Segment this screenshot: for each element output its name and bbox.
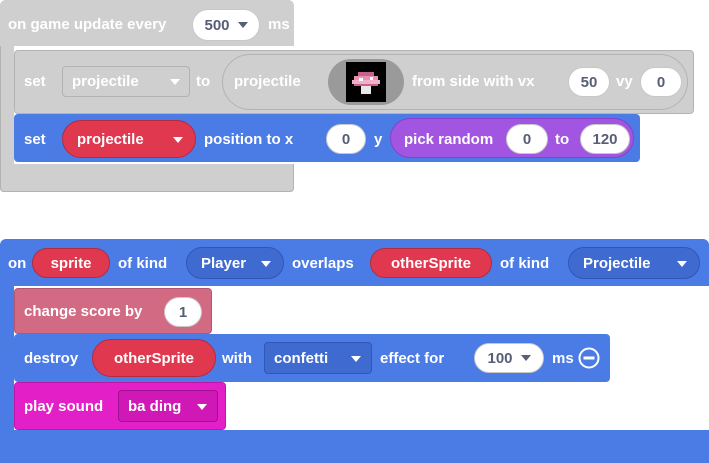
interval-dropdown[interactable]: 500 xyxy=(192,9,260,41)
on-label: on xyxy=(8,255,27,272)
chevron-down-icon xyxy=(261,261,271,267)
to-label: to xyxy=(196,73,211,90)
chevron-down-icon xyxy=(173,137,183,143)
random-max-input[interactable]: 120 xyxy=(580,124,630,154)
chevron-down-icon xyxy=(237,22,248,28)
chevron-down-icon xyxy=(170,79,180,85)
sound-dropdown[interactable]: ba ding xyxy=(118,390,218,422)
change-score-label: change score by xyxy=(24,303,143,320)
vy-input[interactable]: 0 xyxy=(640,67,682,97)
chevron-down-icon xyxy=(520,355,531,361)
kind-2-value: Projectile xyxy=(583,254,651,272)
mushroom-sprite-icon xyxy=(346,62,386,102)
random-to-label: to xyxy=(555,131,570,148)
sprite-variable[interactable]: sprite xyxy=(32,248,110,278)
of-kind-label-1: of kind xyxy=(118,255,168,272)
y-label: y xyxy=(374,131,383,148)
effect-for-label: effect for xyxy=(380,350,445,367)
kind-dropdown-1[interactable]: Player xyxy=(186,247,284,279)
position-variable-dropdown[interactable]: projectile xyxy=(62,120,196,158)
chevron-down-icon xyxy=(197,404,207,410)
projectile-reporter-label: projectile xyxy=(234,73,301,90)
x-input[interactable]: 0 xyxy=(326,124,366,154)
effect-dropdown[interactable]: confetti xyxy=(264,342,372,374)
overlaps-label: overlaps xyxy=(292,255,354,272)
pick-random-label: pick random xyxy=(404,131,494,148)
vy-label: vy xyxy=(616,73,633,90)
variable-dropdown[interactable]: projectile xyxy=(62,66,190,97)
vx-input[interactable]: 50 xyxy=(568,67,610,97)
duration-dropdown[interactable]: 100 xyxy=(474,343,544,373)
play-sound-label: play sound xyxy=(24,398,104,415)
kind-1-value: Player xyxy=(201,254,247,272)
minus-circle-icon[interactable] xyxy=(578,347,600,369)
variable-dropdown-value: projectile xyxy=(72,73,139,90)
interval-unit: ms xyxy=(268,16,290,33)
effect-value: confetti xyxy=(274,349,329,367)
position-variable-value: projectile xyxy=(77,130,144,148)
position-to-x-label: position to x xyxy=(204,131,294,148)
interval-value: 500 xyxy=(204,16,230,34)
of-kind-label-2: of kind xyxy=(500,255,550,272)
from-side-label: from side with vx xyxy=(412,73,535,90)
game-update-bottom xyxy=(0,164,294,192)
game-update-header-text: on game update every xyxy=(8,16,167,33)
kind-dropdown-2[interactable]: Projectile xyxy=(568,247,700,279)
destroy-label: destroy xyxy=(24,350,79,367)
duration-unit: ms xyxy=(552,350,574,367)
sprite-image-field[interactable] xyxy=(328,59,404,105)
set-label: set xyxy=(24,73,46,90)
chevron-down-icon xyxy=(677,261,687,267)
random-min-input[interactable]: 0 xyxy=(506,124,548,154)
with-label: with xyxy=(222,350,252,367)
sound-value: ba ding xyxy=(128,397,182,415)
chevron-down-icon xyxy=(351,356,361,362)
other-sprite-variable[interactable]: otherSprite xyxy=(370,248,492,278)
set-position-label: set xyxy=(24,131,46,148)
duration-value: 100 xyxy=(487,349,513,367)
destroy-target-variable[interactable]: otherSprite xyxy=(92,339,216,377)
score-input[interactable]: 1 xyxy=(164,297,202,327)
